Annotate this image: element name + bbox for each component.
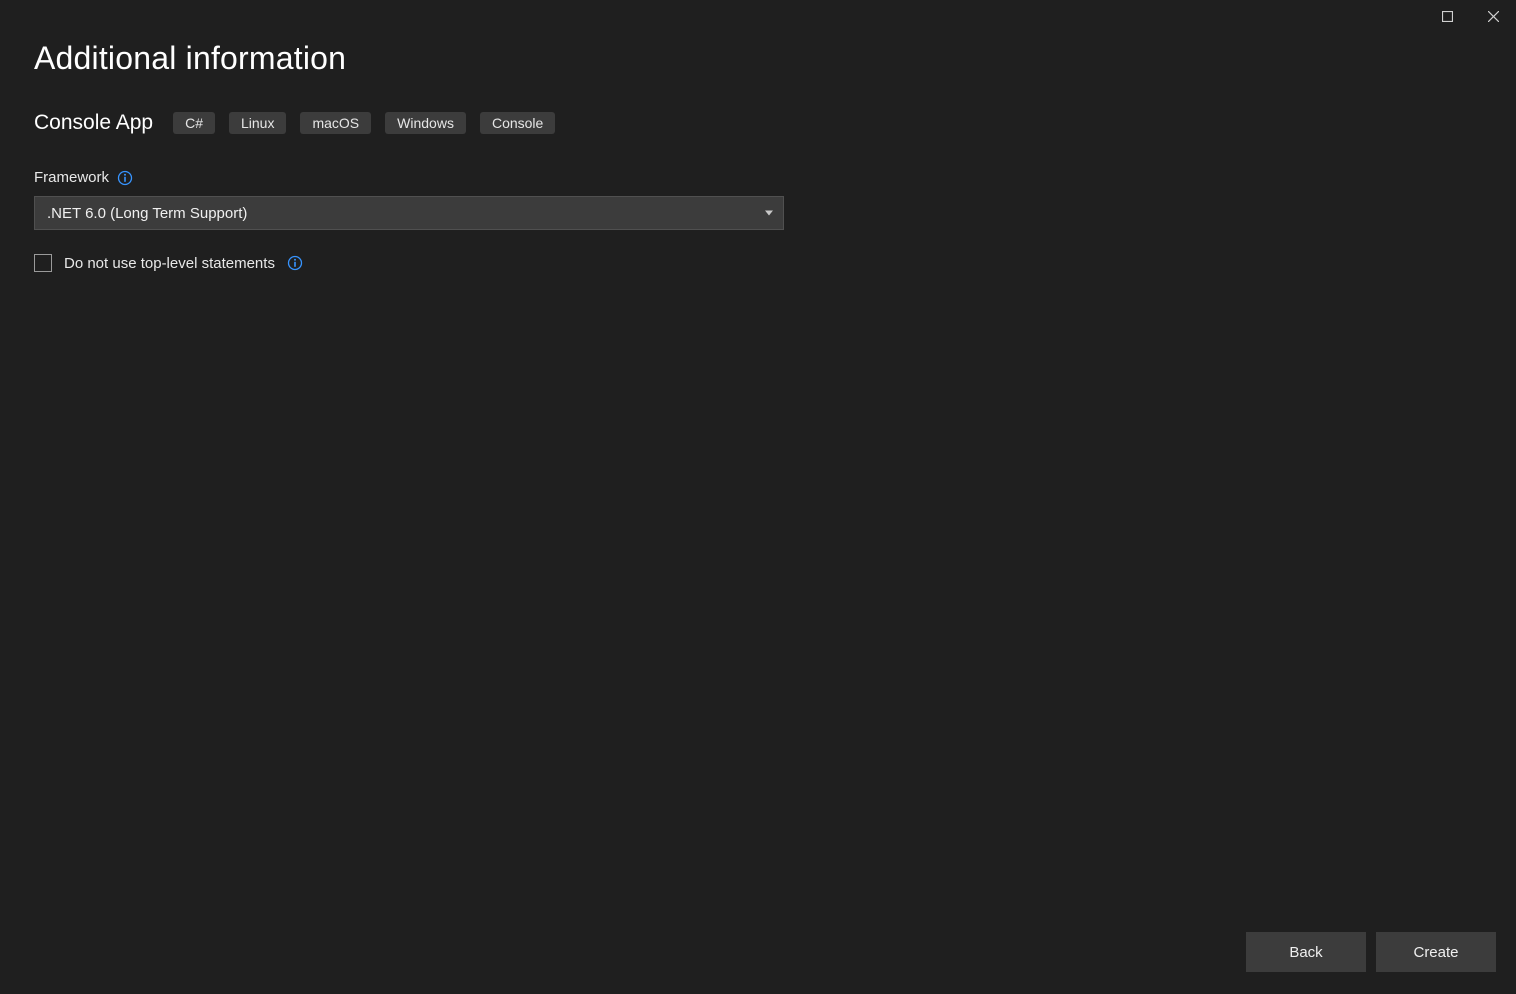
top-level-statements-row: Do not use top-level statements <box>34 254 1482 272</box>
maximize-button[interactable] <box>1424 0 1470 32</box>
main-content: Additional information Console App C# Li… <box>34 40 1482 272</box>
template-header-row: Console App C# Linux macOS Windows Conso… <box>34 111 1482 135</box>
template-tag: Windows <box>385 112 466 134</box>
window-controls <box>1424 0 1516 32</box>
framework-label: Framework <box>34 169 109 186</box>
top-level-statements-checkbox[interactable] <box>34 254 52 272</box>
info-icon[interactable] <box>117 170 133 186</box>
framework-label-row: Framework <box>34 169 1482 186</box>
template-tag: macOS <box>300 112 371 134</box>
framework-dropdown[interactable]: .NET 6.0 (Long Term Support) <box>34 196 784 230</box>
template-name: Console App <box>34 111 153 135</box>
close-button[interactable] <box>1470 0 1516 32</box>
framework-selected-value: .NET 6.0 (Long Term Support) <box>47 205 247 222</box>
page-title: Additional information <box>34 40 1482 77</box>
top-level-statements-label: Do not use top-level statements <box>64 255 275 272</box>
back-button[interactable]: Back <box>1246 932 1366 972</box>
footer-buttons: Back Create <box>1246 932 1496 972</box>
info-icon[interactable] <box>287 255 303 271</box>
chevron-down-icon <box>765 211 773 216</box>
template-tag: Console <box>480 112 555 134</box>
template-tag: Linux <box>229 112 286 134</box>
template-tag: C# <box>173 112 215 134</box>
create-button[interactable]: Create <box>1376 932 1496 972</box>
